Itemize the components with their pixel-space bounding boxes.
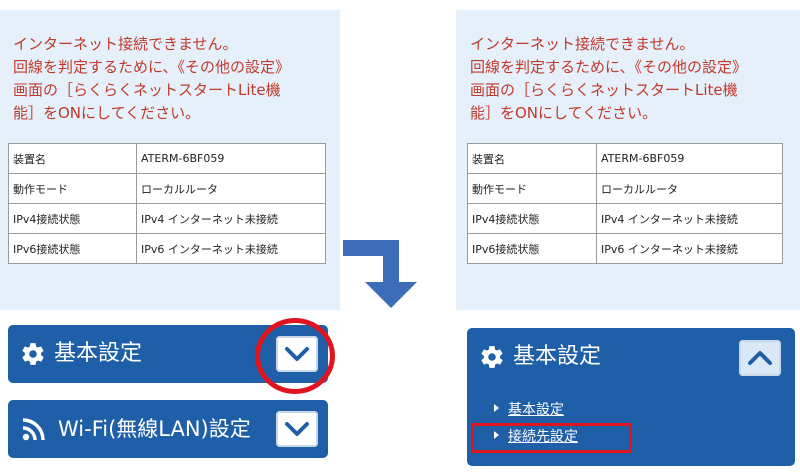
highlight-circle [255,318,335,394]
flow-arrow-icon [343,240,417,308]
row-value: ATERM-6BF059 [136,143,326,174]
table-row: 装置名 ATERM-6BF059 [8,143,326,174]
row-label: 動作モード [467,173,597,204]
highlight-rect [471,423,632,453]
table-row: 装置名 ATERM-6BF059 [467,143,783,174]
row-label: IPv6接続状態 [467,233,597,264]
chevron-up-icon [748,351,772,365]
row-label: 動作モード [8,173,137,204]
row-label: 装置名 [8,143,137,174]
wifi-settings-label: Wi-Fi(無線LAN)設定 [58,417,251,441]
right-error-message: インターネット接続できません。 回線を判定するために、《その他の設定》 画面の［… [470,35,748,122]
wifi-icon [22,418,45,441]
row-value: ローカルルータ [596,173,783,204]
submenu-basic-settings[interactable]: 基本設定 [508,399,564,419]
row-label: 装置名 [467,143,597,174]
table-row: 動作モード ローカルルータ [8,173,326,204]
collapse-button[interactable] [739,340,781,376]
row-value: IPv4 インターネット未接続 [136,203,326,234]
table-row: IPv4接続状態 IPv4 インターネット未接続 [467,203,783,234]
triangle-right-icon [494,404,499,412]
row-value: ローカルルータ [136,173,326,204]
row-value: IPv4 インターネット未接続 [596,203,783,234]
gear-icon [22,343,44,365]
row-label: IPv4接続状態 [467,203,597,234]
row-value: IPv6 インターネット未接続 [136,233,326,264]
table-row: IPv6接続状態 IPv6 インターネット未接続 [8,233,326,264]
right-status-table: 装置名 ATERM-6BF059 動作モード ローカルルータ IPv4接続状態 … [467,143,783,264]
row-value: ATERM-6BF059 [596,143,783,174]
table-row: 動作モード ローカルルータ [467,173,783,204]
basic-settings-label: 基本設定 [54,341,143,366]
table-row: IPv4接続状態 IPv4 インターネット未接続 [8,203,326,234]
chevron-down-icon [285,422,309,436]
row-label: IPv6接続状態 [8,233,137,264]
wifi-settings-bar[interactable]: Wi-Fi(無線LAN)設定 [8,400,328,458]
expand-button[interactable] [276,411,318,447]
row-label: IPv4接続状態 [8,203,137,234]
left-status-table: 装置名 ATERM-6BF059 動作モード ローカルルータ IPv4接続状態 … [8,143,326,264]
basic-settings-label: 基本設定 [513,344,602,369]
left-error-message: インターネット接続できません。 回線を判定するために、《その他の設定》 画面の［… [13,35,291,122]
table-row: IPv6接続状態 IPv6 インターネット未接続 [467,233,783,264]
gear-icon [481,346,503,368]
row-value: IPv6 インターネット未接続 [596,233,783,264]
